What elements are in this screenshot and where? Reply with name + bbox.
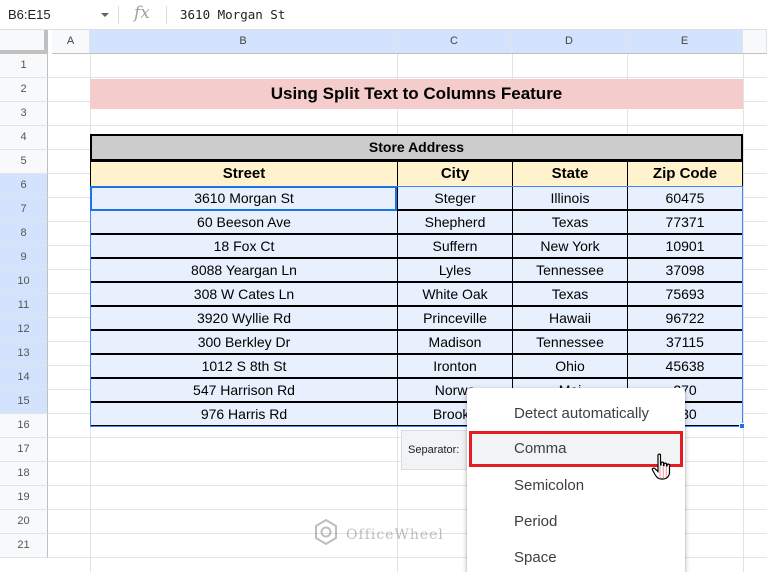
cell-street[interactable]: 308 W Cates Ln (90, 282, 398, 306)
cell-state[interactable]: Illinois (512, 186, 628, 210)
grid-line (743, 54, 744, 572)
hand-pointer-icon (651, 453, 673, 486)
cell-street[interactable]: 3610 Morgan St (90, 186, 398, 210)
formula-input[interactable]: 3610 Morgan St (180, 7, 285, 22)
row-header[interactable]: 19 (0, 486, 48, 510)
fx-icon: fx (134, 3, 150, 23)
cell-street[interactable]: 976 Harris Rd (90, 402, 398, 426)
menu-item-period[interactable]: Period (467, 504, 685, 540)
cell-street[interactable]: 1012 S 8th St (90, 354, 398, 378)
row-header[interactable]: 17 (0, 438, 48, 462)
column-header-b[interactable]: B (90, 30, 397, 54)
column-header-e[interactable]: E (627, 30, 743, 54)
header-zip-code[interactable]: Zip Code (627, 161, 743, 187)
header-city[interactable]: City (397, 161, 513, 187)
row-header[interactable]: 2 (0, 78, 48, 102)
formula-bar: B6:E15 fx 3610 Morgan St (0, 0, 767, 30)
menu-item-detect-automatically[interactable]: Detect automatically (467, 396, 685, 432)
row-header[interactable]: 11 (0, 294, 48, 318)
cell-zip-code[interactable]: 37098 (627, 258, 743, 282)
watermark-text: OfficeWheel (346, 526, 444, 543)
cell-city[interactable]: Shepherd (397, 210, 513, 234)
column-header-a[interactable]: A (52, 30, 90, 54)
cell-street[interactable]: 547 Harrison Rd (90, 378, 398, 402)
row-header[interactable]: 10 (0, 270, 48, 294)
cell-street[interactable]: 8088 Yeargan Ln (90, 258, 398, 282)
chevron-down-icon[interactable] (101, 13, 109, 17)
watermark: OfficeWheel (312, 518, 444, 551)
formula-divider (166, 6, 167, 24)
cell-state[interactable]: Tennessee (512, 330, 628, 354)
column-header-c[interactable]: C (397, 30, 512, 54)
cell-zip-code[interactable]: 75693 (627, 282, 743, 306)
cell-zip-code[interactable]: 37115 (627, 330, 743, 354)
header-street[interactable]: Street (90, 161, 398, 187)
row-header[interactable]: 16 (0, 414, 48, 438)
row-header[interactable]: 9 (0, 246, 48, 270)
cell-zip-code[interactable]: 60475 (627, 186, 743, 210)
cell-city[interactable]: Princeville (397, 306, 513, 330)
row-header[interactable]: 14 (0, 366, 48, 390)
column-header-d[interactable]: D (512, 30, 627, 54)
cell-state[interactable]: Texas (512, 282, 628, 306)
name-box[interactable]: B6:E15 (8, 7, 51, 22)
row-header[interactable]: 1 (0, 54, 48, 78)
cell-city[interactable]: Ironton (397, 354, 513, 378)
cell-zip-code[interactable]: 45638 (627, 354, 743, 378)
cell-zip-code[interactable]: 77371 (627, 210, 743, 234)
cell-city[interactable]: Lyles (397, 258, 513, 282)
cell-city[interactable]: White Oak (397, 282, 513, 306)
cell-city[interactable]: Steger (397, 186, 513, 210)
cell-street[interactable]: 60 Beeson Ave (90, 210, 398, 234)
row-header[interactable]: 15 (0, 390, 48, 414)
cell-state[interactable]: Hawaii (512, 306, 628, 330)
row-header[interactable]: 3 (0, 102, 48, 126)
row-header[interactable]: 21 (0, 534, 48, 558)
cell-city[interactable]: Madison (397, 330, 513, 354)
cell-street[interactable]: 3920 Wyllie Rd (90, 306, 398, 330)
cell-state[interactable]: New York (512, 234, 628, 258)
row-header[interactable]: 8 (0, 222, 48, 246)
sheet-title[interactable]: Using Split Text to Columns Feature (90, 79, 743, 109)
officewheel-logo-icon (312, 518, 340, 551)
menu-item-space[interactable]: Space (467, 540, 685, 572)
row-header[interactable]: 18 (0, 462, 48, 486)
row-header[interactable]: 4 (0, 126, 48, 150)
column-header-f[interactable] (743, 30, 767, 54)
row-header[interactable]: 7 (0, 198, 48, 222)
cell-street[interactable]: 300 Berkley Dr (90, 330, 398, 354)
cell-city[interactable]: Suffern (397, 234, 513, 258)
select-all-corner[interactable] (0, 30, 48, 54)
row-header[interactable]: 12 (0, 318, 48, 342)
cell-state[interactable]: Texas (512, 210, 628, 234)
cell-street[interactable]: 18 Fox Ct (90, 234, 398, 258)
fill-handle[interactable] (739, 423, 745, 429)
row-header[interactable]: 5 (0, 150, 48, 174)
cell-state[interactable]: Tennessee (512, 258, 628, 282)
cell-zip-code[interactable]: 96722 (627, 306, 743, 330)
cell-zip-code[interactable]: 10901 (627, 234, 743, 258)
header-state[interactable]: State (512, 161, 628, 187)
formula-divider (118, 6, 119, 24)
row-header[interactable]: 6 (0, 174, 48, 198)
row-header[interactable]: 13 (0, 342, 48, 366)
separator-label: Separator: (408, 444, 460, 456)
table-group-header[interactable]: Store Address (90, 134, 743, 161)
cell-state[interactable]: Ohio (512, 354, 628, 378)
row-header[interactable]: 20 (0, 510, 48, 534)
